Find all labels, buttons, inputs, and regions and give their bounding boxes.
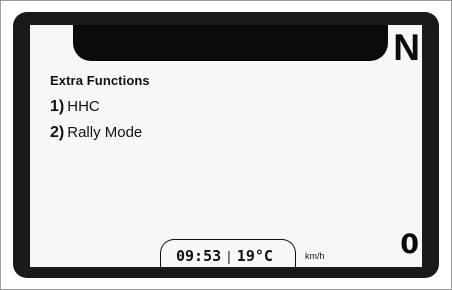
speed-unit: km/h [305,251,325,261]
status-separator: | [227,248,231,264]
gear-indicator: N [393,27,420,68]
menu-item-label: Rally Mode [67,124,143,141]
speed-value: 0 [400,229,419,260]
ambient-temperature: 19°C [236,247,273,265]
menu-item-number: 2) [50,124,65,141]
menu-item-hhc[interactable]: 1) HHC [50,98,100,116]
menu-item-number: 1) [50,98,65,115]
dashboard-screen: N Extra Functions 1) HHC 2) Rally Mode 0… [30,25,422,267]
top-info-band [73,25,388,61]
menu-item-label: HHC [67,98,100,115]
status-bar: 09:53 | 19°C [168,245,296,267]
menu-item-rally-mode[interactable]: 2) Rally Mode [50,124,142,142]
clock-time: 09:53 [176,247,222,265]
menu-title: Extra Functions [50,73,150,88]
